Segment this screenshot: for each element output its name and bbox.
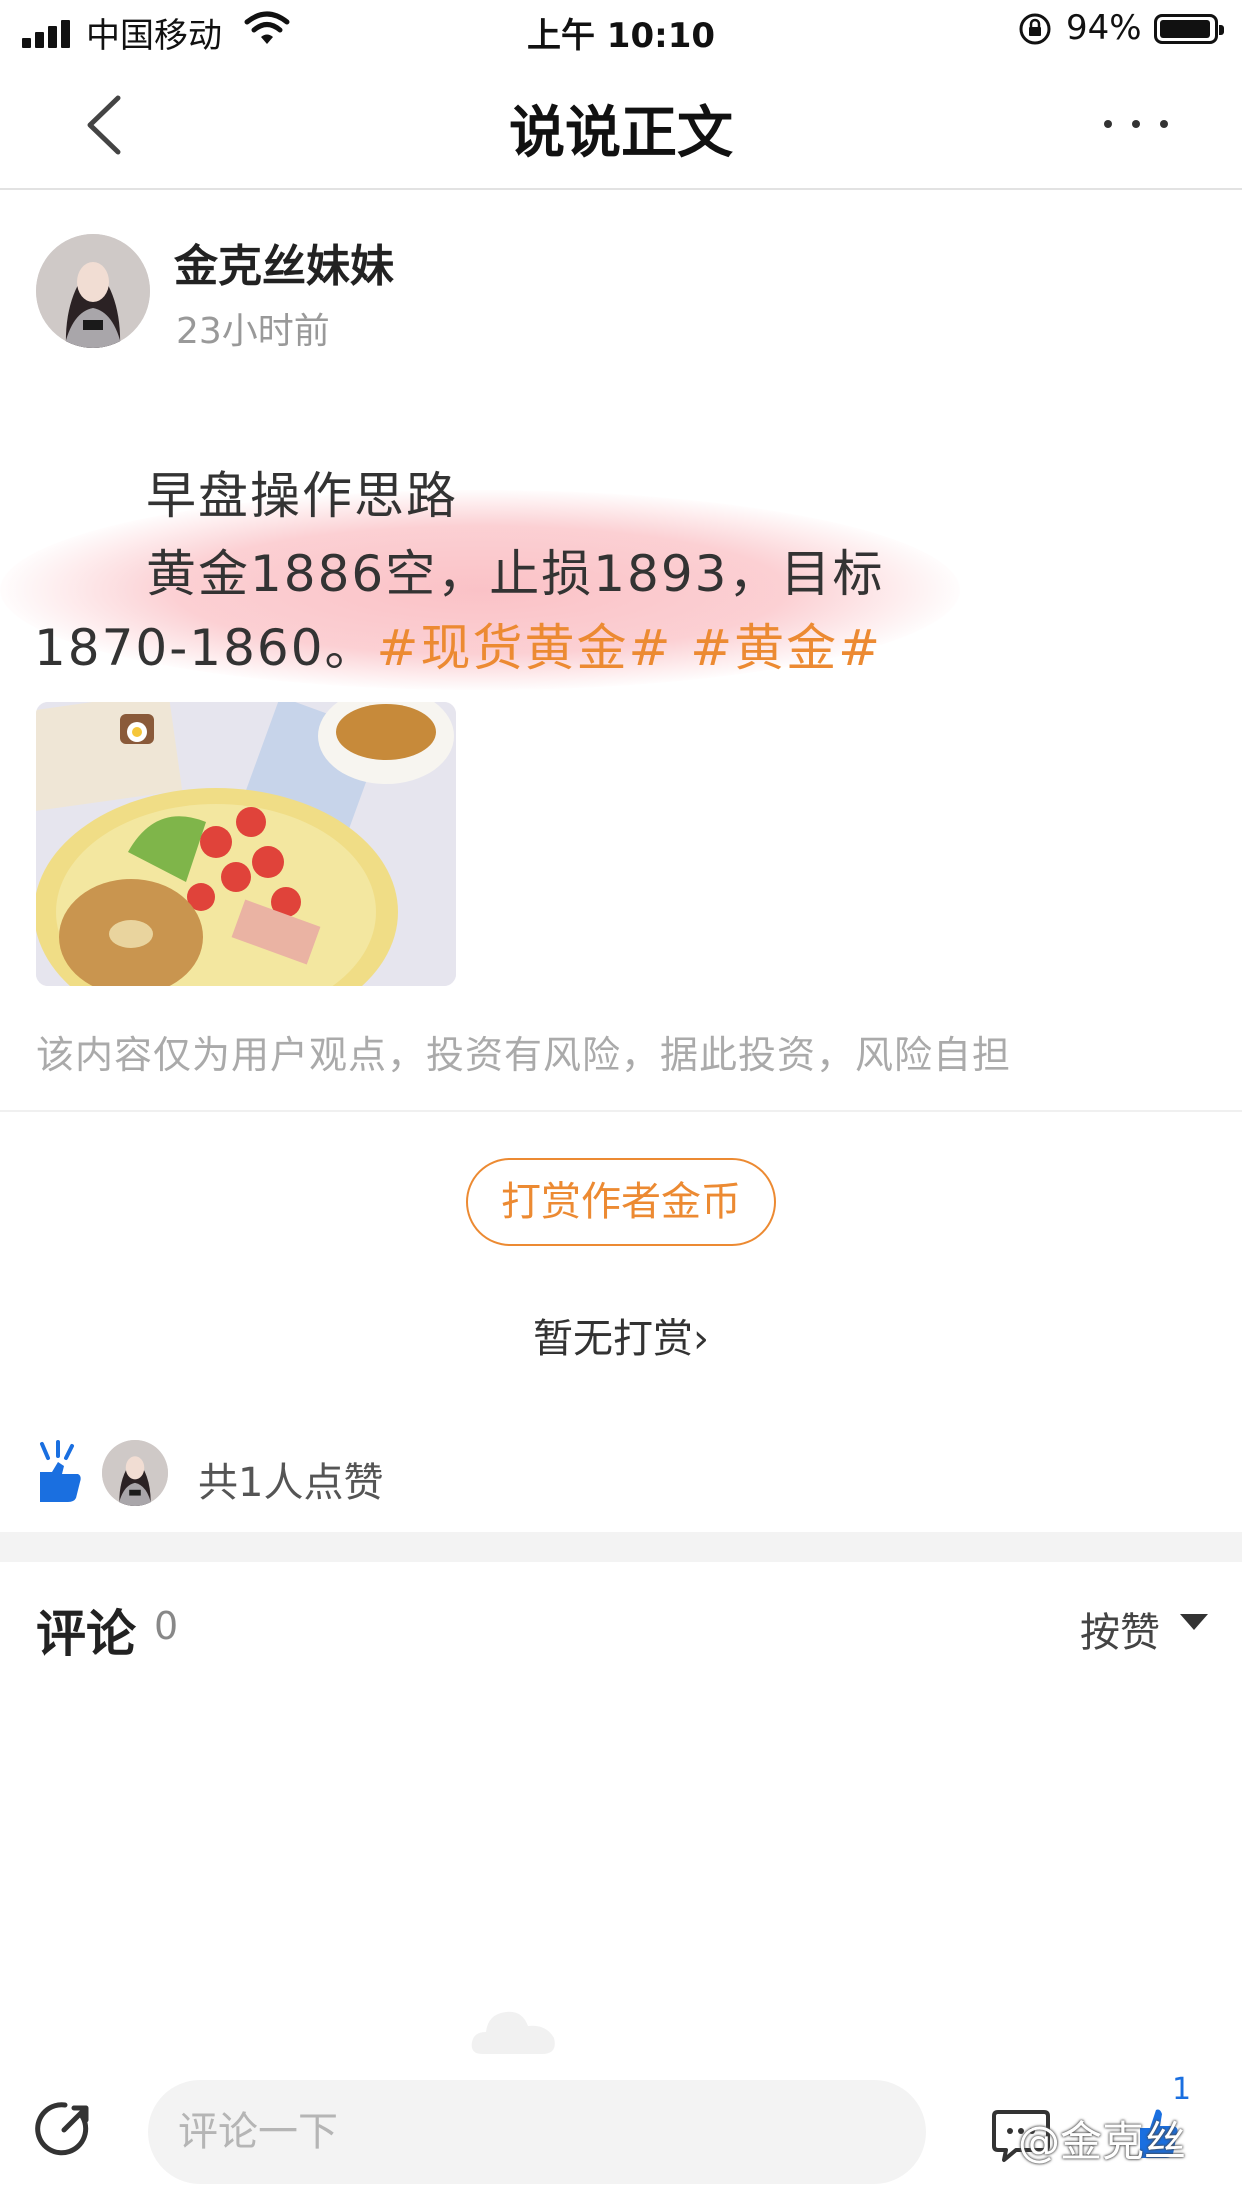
caret-down-icon[interactable] (1180, 1614, 1208, 1630)
hashtag-link[interactable]: #黄金# (690, 619, 882, 677)
chevron-right-icon: › (693, 1316, 709, 1362)
navigation-bar: 说说正文 (0, 62, 1242, 190)
reward-author-button[interactable]: 打赏作者金币 (466, 1158, 776, 1246)
section-separator (0, 1532, 1242, 1562)
cloud-icon (471, 2011, 555, 2054)
page-title: 说说正文 (509, 101, 733, 166)
orientation-lock-icon (1019, 13, 1051, 45)
risk-disclaimer: 该内容仅为用户观点，投资有风险，据此投资，风险自担 (36, 1033, 1012, 1077)
like-count: 共1人点赞 (198, 1460, 384, 1506)
battery-percent: 94% (1066, 8, 1142, 48)
post-text-line: 黄金1886空，止损1893，目标 (146, 545, 885, 603)
reward-status-text: 暂无打赏 (533, 1316, 693, 1362)
reward-status-link[interactable]: 暂无打赏› (0, 1306, 1242, 1364)
post-text-segment: 1870-1860。 (34, 619, 377, 677)
thumbs-up-icon[interactable] (36, 1440, 84, 1504)
clock: 上午 10:10 (526, 16, 716, 56)
battery-icon (1154, 14, 1224, 44)
post-image[interactable] (36, 702, 456, 986)
avatar[interactable] (36, 234, 150, 348)
comments-title: 评论 (36, 1605, 136, 1663)
post-text-line: 早盘操作思路 (146, 467, 458, 525)
status-bar: 中国移动 上午 10:10 94% (0, 0, 1242, 62)
more-dots-icon[interactable] (1100, 102, 1172, 142)
like-badge: 1 (1172, 2072, 1192, 2107)
sort-dropdown[interactable]: 按赞 (1080, 1600, 1160, 1658)
post-text-line: 1870-1860。#现货黄金# #黄金# (34, 608, 882, 680)
liker-avatar[interactable] (102, 1440, 168, 1506)
hashtag-link[interactable]: #现货黄金# (377, 619, 673, 677)
author-name[interactable]: 金克丝妹妹 (174, 230, 394, 294)
comments-count: 0 (154, 1604, 179, 1648)
share-icon[interactable] (34, 2098, 96, 2160)
post-time: 23小时前 (176, 311, 330, 352)
watermark: @金克丝 (1018, 2117, 1187, 2166)
divider (0, 1110, 1242, 1112)
comment-input[interactable] (148, 2080, 926, 2184)
